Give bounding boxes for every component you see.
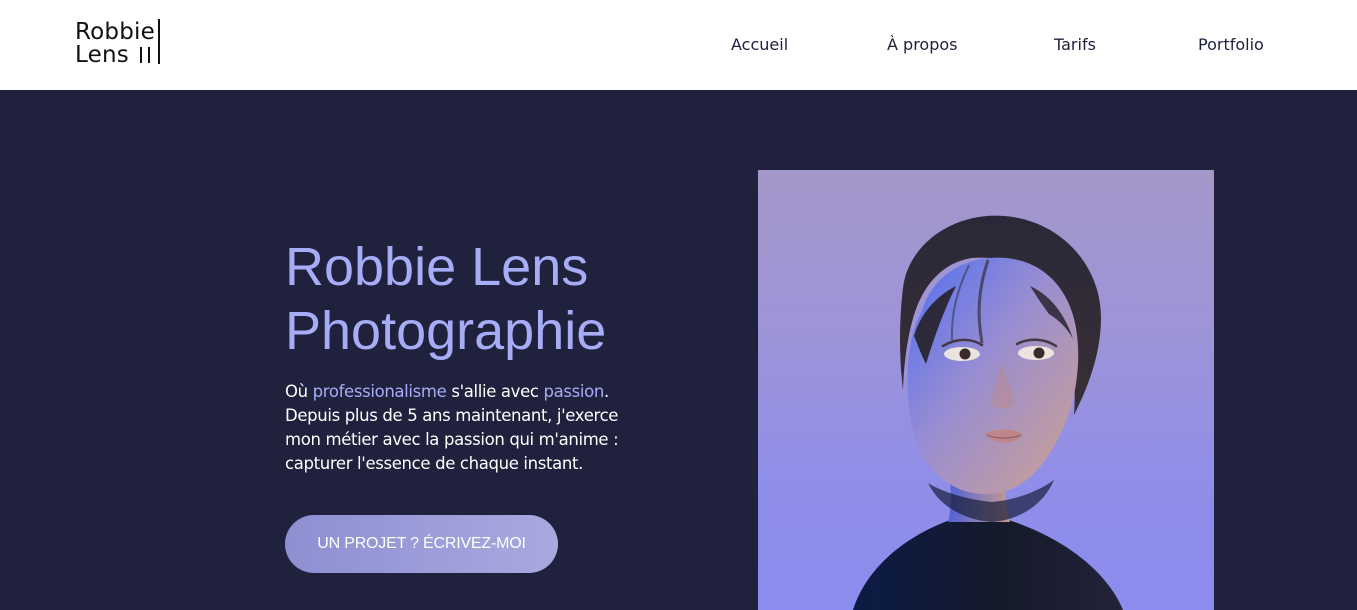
nav-link-accueil[interactable]: Accueil [731,35,788,55]
hero-highlight-passion: passion [543,382,605,401]
main-nav: Accueil À propos Tarifs Portfolio [0,0,1357,90]
portrait-illustration [853,215,1123,610]
hero-intro-suffix: . [603,382,609,401]
portrait-photo [758,170,1214,610]
hero-title-line2: Photographie [285,301,607,361]
hero-body-text: Depuis plus de 5 ans maintenant, j'exerc… [285,406,619,473]
hero-title-line1: Robbie Lens [285,237,589,297]
hero-title: Robbie Lens Photographie [285,235,705,363]
site-header: Robbie Lens Accueil À propos Tarifs Port… [0,0,1357,90]
contact-cta-button[interactable]: UN PROJET ? ÉCRIVEZ-MOI [285,515,558,573]
hero-intro-middle: s'allie avec [446,382,544,401]
nav-link-tarifs[interactable]: Tarifs [1054,35,1096,55]
hero-intro-prefix: Où [285,382,313,401]
hero-highlight-professionalisme: professionalisme [312,382,447,401]
hero-section: Robbie Lens Photographie Où professional… [0,90,1357,610]
nav-link-portfolio[interactable]: Portfolio [1198,35,1264,55]
hero-description: Où professionalisme s'allie avec passion… [285,380,645,476]
nav-link-a-propos[interactable]: À propos [887,35,957,55]
